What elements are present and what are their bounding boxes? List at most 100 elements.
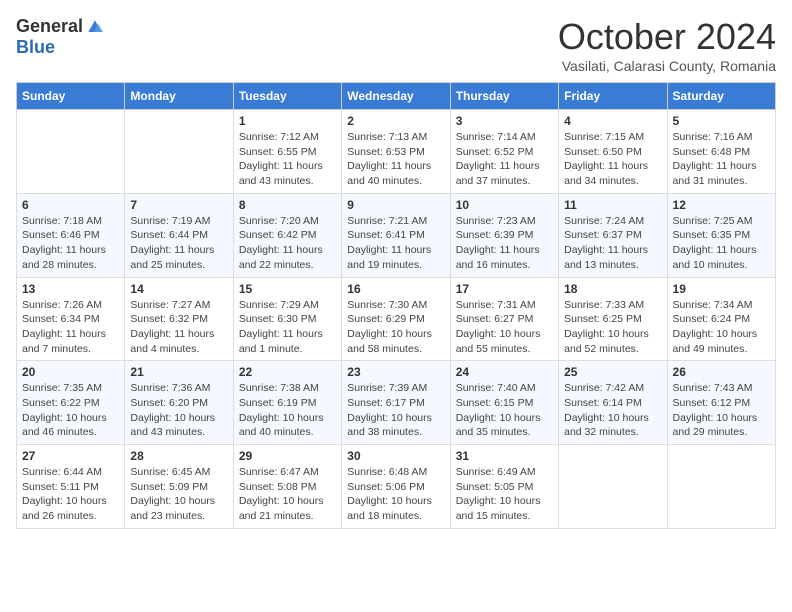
calendar-cell: 8 Sunrise: 7:20 AMSunset: 6:42 PMDaylight…	[233, 193, 341, 277]
logo-blue: Blue	[16, 37, 55, 58]
day-info: Sunrise: 7:42 AMSunset: 6:14 PMDaylight:…	[564, 381, 661, 440]
day-info: Sunrise: 7:15 AMSunset: 6:50 PMDaylight:…	[564, 130, 661, 189]
day-info: Sunrise: 7:34 AMSunset: 6:24 PMDaylight:…	[673, 298, 770, 357]
day-info: Sunrise: 7:35 AMSunset: 6:22 PMDaylight:…	[22, 381, 119, 440]
page-header: General Blue October 2024 Vasilati, Cala…	[16, 16, 776, 74]
day-number: 28	[130, 449, 227, 463]
location: Vasilati, Calarasi County, Romania	[558, 58, 776, 74]
calendar-cell: 11Sunrise: 7:24 AMSunset: 6:37 PMDayligh…	[559, 193, 667, 277]
day-of-week-header: Thursday	[450, 83, 558, 110]
day-info: Sunrise: 7:36 AMSunset: 6:20 PMDaylight:…	[130, 381, 227, 440]
title-section: October 2024 Vasilati, Calarasi County, …	[558, 16, 776, 74]
calendar-cell: 23Sunrise: 7:39 AMSunset: 6:17 PMDayligh…	[342, 361, 450, 445]
day-info: Sunrise: 7:30 AMSunset: 6:29 PMDaylight:…	[347, 298, 444, 357]
calendar-cell: 25 Sunrise: 7:42 AMSunset: 6:14 PMDayligh…	[559, 361, 667, 445]
day-number: 14	[130, 282, 227, 296]
day-number: 9	[347, 198, 444, 212]
day-info: Sunrise: 6:45 AMSunset: 5:09 PMDaylight:…	[130, 465, 227, 524]
day-info: Sunrise: 7:40 AMSunset: 6:15 PMDaylight:…	[456, 381, 553, 440]
day-number: 21	[130, 365, 227, 379]
day-number: 15	[239, 282, 336, 296]
calendar-week-row: 27 Sunrise: 6:44 AMSunset: 5:11 PMDayligh…	[17, 445, 776, 529]
day-of-week-header: Saturday	[667, 83, 775, 110]
day-number: 25	[564, 365, 661, 379]
calendar-header-row: SundayMondayTuesdayWednesdayThursdayFrid…	[17, 83, 776, 110]
calendar-cell	[125, 110, 233, 194]
calendar-cell: 18 Sunrise: 7:33 AMSunset: 6:25 PMDayligh…	[559, 277, 667, 361]
day-info: Sunrise: 7:31 AMSunset: 6:27 PMDaylight:…	[456, 298, 553, 357]
day-number: 31	[456, 449, 553, 463]
day-info: Sunrise: 6:44 AMSunset: 5:11 PMDaylight:…	[22, 465, 119, 524]
calendar-cell: 12 Sunrise: 7:25 AMSunset: 6:35 PMDayligh…	[667, 193, 775, 277]
day-info: Sunrise: 7:33 AMSunset: 6:25 PMDaylight:…	[564, 298, 661, 357]
day-number: 27	[22, 449, 119, 463]
day-of-week-header: Tuesday	[233, 83, 341, 110]
day-number: 18	[564, 282, 661, 296]
day-number: 1	[239, 114, 336, 128]
day-info: Sunrise: 7:25 AMSunset: 6:35 PMDaylight:…	[673, 214, 770, 273]
calendar-cell: 10 Sunrise: 7:23 AMSunset: 6:39 PMDayligh…	[450, 193, 558, 277]
calendar-cell: 27 Sunrise: 6:44 AMSunset: 5:11 PMDayligh…	[17, 445, 125, 529]
day-of-week-header: Friday	[559, 83, 667, 110]
day-number: 29	[239, 449, 336, 463]
day-info: Sunrise: 7:12 AMSunset: 6:55 PMDaylight:…	[239, 130, 336, 189]
calendar-cell: 24 Sunrise: 7:40 AMSunset: 6:15 PMDayligh…	[450, 361, 558, 445]
calendar-cell: 28 Sunrise: 6:45 AMSunset: 5:09 PMDayligh…	[125, 445, 233, 529]
day-number: 19	[673, 282, 770, 296]
calendar-cell: 21 Sunrise: 7:36 AMSunset: 6:20 PMDayligh…	[125, 361, 233, 445]
calendar-week-row: 1 Sunrise: 7:12 AMSunset: 6:55 PMDaylight…	[17, 110, 776, 194]
day-number: 4	[564, 114, 661, 128]
day-info: Sunrise: 7:18 AMSunset: 6:46 PMDaylight:…	[22, 214, 119, 273]
day-info: Sunrise: 7:21 AMSunset: 6:41 PMDaylight:…	[347, 214, 444, 273]
day-number: 22	[239, 365, 336, 379]
day-number: 3	[456, 114, 553, 128]
day-info: Sunrise: 6:47 AMSunset: 5:08 PMDaylight:…	[239, 465, 336, 524]
day-number: 17	[456, 282, 553, 296]
calendar-cell: 26 Sunrise: 7:43 AMSunset: 6:12 PMDayligh…	[667, 361, 775, 445]
day-number: 23	[347, 365, 444, 379]
logo-icon	[85, 17, 105, 37]
logo-general: General	[16, 16, 83, 37]
calendar-table: SundayMondayTuesdayWednesdayThursdayFrid…	[16, 82, 776, 529]
day-number: 7	[130, 198, 227, 212]
day-of-week-header: Sunday	[17, 83, 125, 110]
calendar-cell: 1 Sunrise: 7:12 AMSunset: 6:55 PMDaylight…	[233, 110, 341, 194]
calendar-cell: 4 Sunrise: 7:15 AMSunset: 6:50 PMDaylight…	[559, 110, 667, 194]
day-info: Sunrise: 7:23 AMSunset: 6:39 PMDaylight:…	[456, 214, 553, 273]
calendar-cell: 6Sunrise: 7:18 AMSunset: 6:46 PMDaylight…	[17, 193, 125, 277]
calendar-cell: 5 Sunrise: 7:16 AMSunset: 6:48 PMDaylight…	[667, 110, 775, 194]
day-number: 5	[673, 114, 770, 128]
calendar-cell: 17 Sunrise: 7:31 AMSunset: 6:27 PMDayligh…	[450, 277, 558, 361]
logo: General Blue	[16, 16, 105, 58]
day-number: 12	[673, 198, 770, 212]
calendar-cell: 2Sunrise: 7:13 AMSunset: 6:53 PMDaylight…	[342, 110, 450, 194]
calendar-cell: 30Sunrise: 6:48 AMSunset: 5:06 PMDayligh…	[342, 445, 450, 529]
day-number: 13	[22, 282, 119, 296]
calendar-cell: 20Sunrise: 7:35 AMSunset: 6:22 PMDayligh…	[17, 361, 125, 445]
day-number: 26	[673, 365, 770, 379]
day-number: 10	[456, 198, 553, 212]
calendar-cell: 31Sunrise: 6:49 AMSunset: 5:05 PMDayligh…	[450, 445, 558, 529]
day-info: Sunrise: 7:20 AMSunset: 6:42 PMDaylight:…	[239, 214, 336, 273]
calendar-cell: 22Sunrise: 7:38 AMSunset: 6:19 PMDayligh…	[233, 361, 341, 445]
day-info: Sunrise: 7:43 AMSunset: 6:12 PMDaylight:…	[673, 381, 770, 440]
day-number: 24	[456, 365, 553, 379]
calendar-week-row: 13 Sunrise: 7:26 AMSunset: 6:34 PMDayligh…	[17, 277, 776, 361]
day-info: Sunrise: 7:19 AMSunset: 6:44 PMDaylight:…	[130, 214, 227, 273]
day-info: Sunrise: 7:24 AMSunset: 6:37 PMDaylight:…	[564, 214, 661, 273]
day-number: 8	[239, 198, 336, 212]
calendar-week-row: 20Sunrise: 7:35 AMSunset: 6:22 PMDayligh…	[17, 361, 776, 445]
day-number: 16	[347, 282, 444, 296]
day-number: 30	[347, 449, 444, 463]
calendar-week-row: 6Sunrise: 7:18 AMSunset: 6:46 PMDaylight…	[17, 193, 776, 277]
calendar-cell	[559, 445, 667, 529]
day-info: Sunrise: 7:29 AMSunset: 6:30 PMDaylight:…	[239, 298, 336, 357]
calendar-cell: 3 Sunrise: 7:14 AMSunset: 6:52 PMDaylight…	[450, 110, 558, 194]
day-info: Sunrise: 7:26 AMSunset: 6:34 PMDaylight:…	[22, 298, 119, 357]
day-info: Sunrise: 7:27 AMSunset: 6:32 PMDaylight:…	[130, 298, 227, 357]
day-info: Sunrise: 7:14 AMSunset: 6:52 PMDaylight:…	[456, 130, 553, 189]
calendar-cell	[667, 445, 775, 529]
day-info: Sunrise: 7:16 AMSunset: 6:48 PMDaylight:…	[673, 130, 770, 189]
calendar-cell: 29 Sunrise: 6:47 AMSunset: 5:08 PMDayligh…	[233, 445, 341, 529]
day-info: Sunrise: 7:13 AMSunset: 6:53 PMDaylight:…	[347, 130, 444, 189]
